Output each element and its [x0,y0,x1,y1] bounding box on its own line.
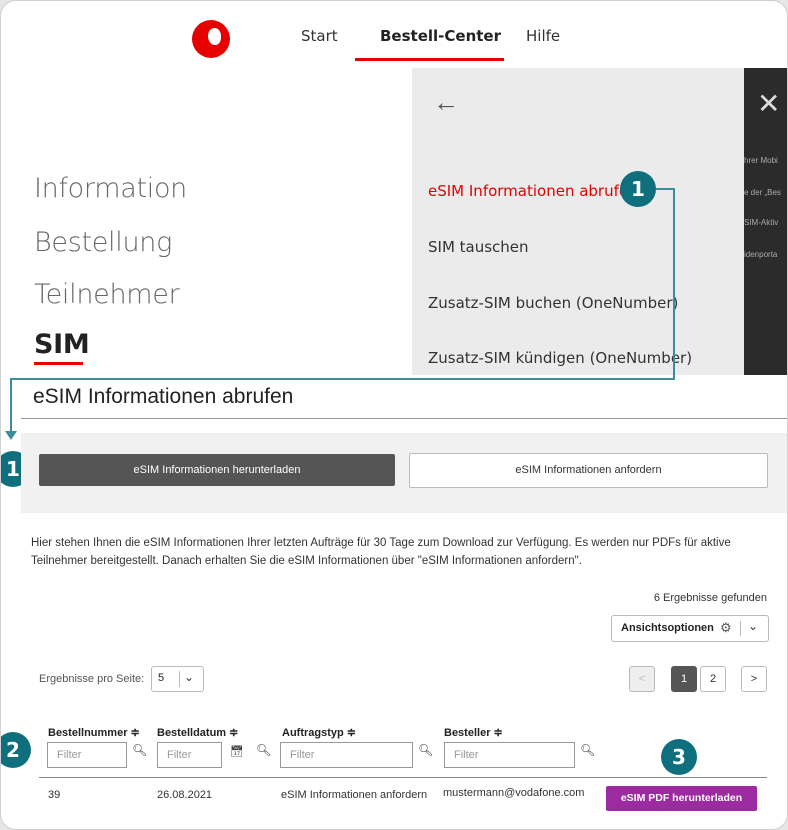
pagination-next-button[interactable]: > [741,666,767,692]
cell-bestellnummer: 39 [48,789,61,801]
column-header-besteller[interactable]: Besteller ≑ [444,726,503,739]
menu-teilnehmer[interactable]: Teilnehmer [34,279,180,310]
submenu-zusatz-sim-kuendigen[interactable]: Zusatz-SIM kündigen (OneNumber) [428,349,692,367]
pagination-page-1[interactable]: 1 [671,666,697,692]
nav-bestell-center[interactable]: Bestell-Center [380,27,501,45]
search-icon[interactable]: 🔍︎ [256,743,271,757]
section-title: eSIM Informationen abrufen [33,385,294,408]
menu-sim[interactable]: SIM [34,329,90,360]
download-esim-pdf-button[interactable]: eSIM PDF herunterladen [606,786,757,811]
info-text: Hier stehen Ihnen die eSIM Informationen… [31,537,731,567]
gear-icon: ⚙ [720,620,732,635]
menu-information[interactable]: Information [34,173,187,204]
view-options-label: Ansichtsoptionen [621,622,714,634]
active-tab-indicator [355,58,504,61]
vodafone-logo[interactable] [192,20,230,58]
cell-besteller: mustermann@vodafone.com [443,787,585,799]
filter-placeholder: Filter [454,749,479,761]
filter-placeholder: Filter [57,749,82,761]
column-header-bestelldatum[interactable]: Bestelldatum ≑ [157,726,238,739]
page-card: Start Bestell-Center Hilfe Information B… [0,0,788,830]
per-page-label: Ergebnisse pro Seite: [39,673,145,685]
download-esim-info-button[interactable]: eSIM Informationen herunterladen [39,454,395,486]
callout-line [656,188,674,190]
results-count: 6 Ergebnisse gefunden [653,592,767,604]
filter-besteller-input[interactable]: Filter [444,742,575,768]
filter-auftragstyp-input[interactable]: Filter [280,742,413,768]
chevron-down-icon: ⌄ [748,619,759,633]
filter-placeholder: Filter [290,749,315,761]
step-badge-3: 3 [661,739,697,775]
overlay-snippet: SIM-Aktiv [744,218,779,227]
request-esim-info-button[interactable]: eSIM Informationen anfordern [409,453,768,488]
calendar-icon[interactable]: 📅︎ [230,745,244,758]
step-badge-1: 1 [620,171,656,207]
callout-line [673,188,675,379]
divider [179,671,180,687]
divider [740,621,741,636]
callout-line [10,378,675,380]
pagination-prev-button[interactable]: < [629,666,655,692]
cell-bestelldatum: 26.08.2021 [157,789,213,801]
callout-arrow-icon [5,431,17,440]
sim-submenu [412,68,744,375]
pagination-page-2[interactable]: 2 [700,666,726,692]
submenu-zusatz-sim-buchen[interactable]: Zusatz-SIM buchen (OneNumber) [428,294,678,312]
chevron-down-icon: ⌄ [184,670,195,684]
sim-active-indicator [34,362,83,365]
filter-bestellnummer-input[interactable]: Filter [47,742,127,768]
divider [21,418,787,419]
search-icon[interactable]: 🔍︎ [132,743,147,757]
submenu-sim-tauschen[interactable]: SIM tauschen [428,238,529,256]
per-page-select[interactable]: 5 ⌄ [151,666,204,692]
overlay-snippet: e der „Bes [744,188,781,197]
view-options-dropdown[interactable]: Ansichtsoptionen ⚙ ⌄ [611,615,769,642]
per-page-value: 5 [158,672,165,684]
overlay-snippet: hrer Mobi [744,156,778,165]
menu-bestellung[interactable]: Bestellung [34,227,172,258]
nav-hilfe[interactable]: Hilfe [526,27,560,45]
callout-line [10,378,12,433]
step-badge-2: 2 [1,732,31,768]
arrow-left-icon[interactable]: ← [433,87,459,118]
submenu-esim-info[interactable]: eSIM Informationen abrufen [428,182,638,200]
search-icon[interactable]: 🔍︎ [580,743,595,757]
filter-bestelldatum-input[interactable]: Filter [157,742,222,768]
column-header-bestellnummer[interactable]: Bestellnummer ≑ [48,726,140,739]
cell-auftragstyp: eSIM Informationen anfordern [281,789,428,801]
nav-start[interactable]: Start [301,27,338,45]
search-icon[interactable]: 🔍︎ [418,743,433,757]
column-header-auftragstyp[interactable]: Auftragstyp ≑ [282,726,356,739]
filter-placeholder: Filter [167,749,192,761]
divider [39,777,767,778]
close-icon[interactable]: ✕ [757,87,780,120]
overlay-snippet: idenporta [744,250,778,259]
